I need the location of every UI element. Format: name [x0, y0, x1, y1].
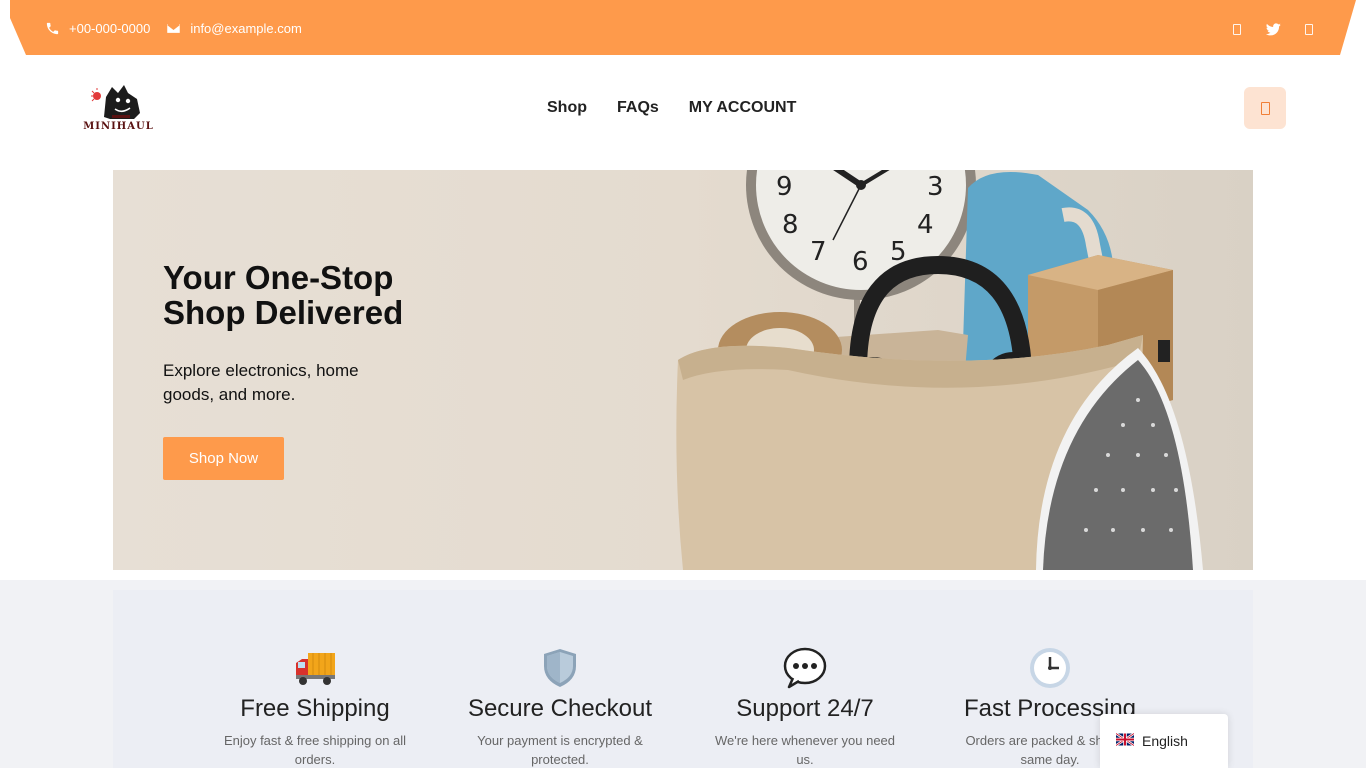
logo-text: MINIHAUL: [83, 121, 154, 132]
shield-icon: [460, 646, 660, 690]
contact-info: +00-000-0000 info@example.com: [45, 21, 302, 36]
features-section: Free Shipping Enjoy fast & free shipping…: [113, 590, 1253, 768]
top-bar: +00-000-0000 info@example.com: [10, 0, 1356, 55]
logo-mascot-icon: [91, 85, 140, 119]
feature-title: Secure Checkout: [467, 695, 653, 722]
hero-title: Your One-Stop Shop Delivered: [163, 259, 404, 331]
hero-banner: Your One-Stop Shop Delivered Explore ele…: [113, 170, 1253, 570]
facebook-icon[interactable]: [1228, 22, 1246, 36]
cart-button[interactable]: [1244, 87, 1286, 129]
feature-secure-checkout: Secure Checkout Your payment is encrypte…: [460, 646, 660, 768]
svg-text:6: 6: [852, 247, 869, 277]
nav-faqs[interactable]: FAQs: [617, 98, 659, 118]
nav-my-account[interactable]: MY ACCOUNT: [689, 98, 797, 118]
uk-flag-icon: [1116, 733, 1134, 746]
clock-icon: [950, 646, 1150, 690]
envelope-icon: [167, 24, 181, 33]
svg-text:4: 4: [917, 210, 934, 240]
hero-subtitle: Explore electronics, home goods, and mor…: [163, 361, 359, 404]
feature-text: Your payment is encrypted & protected.: [477, 733, 643, 767]
site-logo[interactable]: MINIHAUL: [82, 79, 155, 134]
email-text: info@example.com: [190, 21, 302, 36]
phone-text: +00-000-0000: [69, 21, 151, 36]
instagram-icon[interactable]: [1300, 22, 1318, 36]
phone-icon: [46, 22, 59, 35]
speech-bubble-icon: [705, 646, 905, 690]
svg-text:9: 9: [776, 172, 793, 202]
twitter-icon[interactable]: [1264, 22, 1282, 36]
email-link[interactable]: info@example.com: [166, 21, 302, 36]
shop-now-button[interactable]: Shop Now: [163, 437, 284, 480]
shopping-bag-icon: [1260, 101, 1270, 115]
feature-title: Free Shipping: [240, 695, 390, 722]
social-links: [1228, 22, 1318, 36]
nav-shop[interactable]: Shop: [547, 98, 587, 118]
svg-text:3: 3: [927, 172, 944, 202]
hero-product-image: 987 6 543: [676, 170, 1203, 570]
phone-link[interactable]: +00-000-0000: [45, 21, 150, 36]
main-nav: Shop FAQs MY ACCOUNT: [547, 98, 796, 118]
svg-text:8: 8: [782, 210, 799, 240]
feature-text: Enjoy fast & free shipping on all orders…: [223, 733, 407, 767]
feature-free-shipping: Free Shipping Enjoy fast & free shipping…: [215, 646, 415, 768]
feature-text: We're here whenever you need us.: [714, 733, 896, 767]
feature-title: Support 24/7: [736, 695, 874, 722]
language-label: English: [1142, 733, 1188, 749]
truck-icon: [215, 646, 415, 690]
feature-support: Support 24/7 We're here whenever you nee…: [705, 646, 905, 768]
language-switcher[interactable]: English: [1100, 714, 1228, 768]
svg-text:7: 7: [810, 237, 827, 267]
